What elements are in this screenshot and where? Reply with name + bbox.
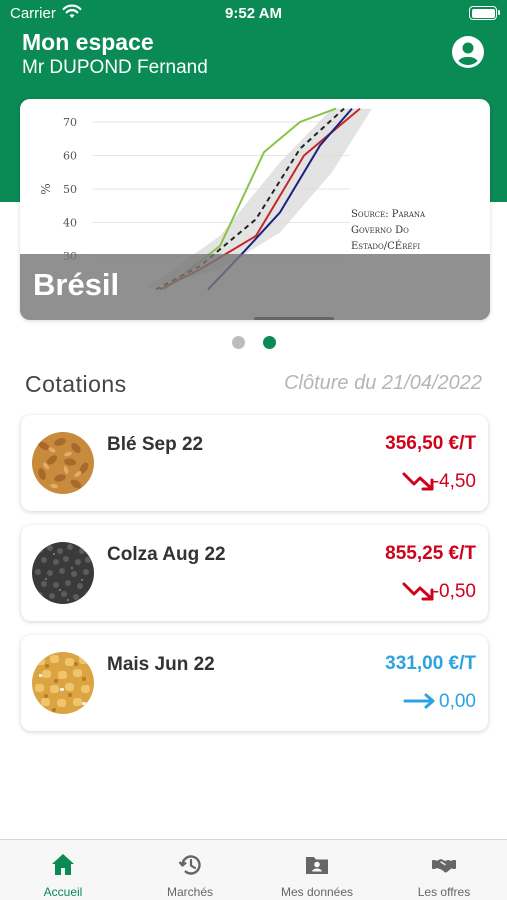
tab-label: Les offres bbox=[417, 885, 471, 899]
source-line: Estado/CÉréfi bbox=[351, 241, 421, 252]
handshake-icon bbox=[432, 859, 456, 873]
quote-price: 356,50 €/T bbox=[385, 433, 476, 454]
tab-accueil[interactable]: Accueil bbox=[0, 840, 126, 900]
battery-icon bbox=[469, 6, 500, 20]
quote-price: 331,00 €/T bbox=[385, 653, 476, 674]
quote-name: Mais Jun 22 bbox=[107, 654, 215, 675]
wheat-thumbnail bbox=[32, 432, 94, 494]
closing-date: Clôture du 21/04/2022 bbox=[284, 372, 482, 394]
status-bar: Carrier 9:52 AM bbox=[0, 0, 507, 26]
corn-thumbnail bbox=[32, 652, 94, 714]
quote-card-colza[interactable]: Colza Aug 22 855,25 €/T -0,50 bbox=[21, 525, 488, 621]
rapeseed-thumbnail bbox=[32, 542, 94, 604]
y-axis-label: % bbox=[39, 183, 53, 194]
home-icon bbox=[52, 854, 74, 875]
tab-mes-donnees[interactable]: Mes données bbox=[254, 840, 380, 900]
quote-card-ble[interactable]: Blé Sep 22 356,50 €/T -4,50 bbox=[21, 415, 488, 511]
chart-source: Source: Parana Governo Do Estado/CÉréfi bbox=[351, 207, 425, 255]
history-icon bbox=[178, 855, 201, 875]
quote-change: 0,00 bbox=[439, 691, 476, 712]
quote-name: Colza Aug 22 bbox=[107, 544, 226, 565]
account-circle-icon[interactable] bbox=[451, 35, 485, 69]
source-line: Source: Parana bbox=[351, 209, 426, 220]
quote-card-mais[interactable]: Mais Jun 22 331,00 €/T 0,00 bbox=[21, 635, 488, 731]
carousel-caption: Brésil bbox=[33, 267, 120, 302]
clock: 9:52 AM bbox=[225, 5, 282, 22]
section-title: Cotations bbox=[25, 371, 127, 397]
folder-account-icon bbox=[306, 857, 328, 874]
tab-les-offres[interactable]: Les offres bbox=[381, 840, 507, 900]
trending-flat-icon bbox=[403, 693, 435, 709]
user-name: Mr DUPOND Fernand bbox=[22, 57, 208, 78]
tab-marches[interactable]: Marchés bbox=[127, 840, 253, 900]
tab-label: Mes données bbox=[280, 885, 354, 899]
source-line: Governo Do bbox=[351, 225, 409, 236]
tab-label: Accueil bbox=[43, 885, 83, 899]
y-tick-label: 60 bbox=[63, 150, 77, 163]
tab-bar: Accueil Marchés Mes données Les offres bbox=[0, 839, 507, 900]
quote-price: 855,25 €/T bbox=[385, 543, 476, 564]
tab-label: Marchés bbox=[166, 885, 213, 899]
news-carousel[interactable]: 7060504030% Source: Parana Governo Do Es… bbox=[20, 99, 490, 320]
page-dot-2-active[interactable] bbox=[263, 336, 276, 349]
y-tick-label: 70 bbox=[63, 116, 77, 129]
y-tick-label: 40 bbox=[63, 217, 77, 230]
page-dot-1[interactable] bbox=[232, 336, 245, 349]
page-title: Mon espace bbox=[22, 29, 154, 55]
y-tick-label: 50 bbox=[63, 183, 77, 196]
quote-change: -4,50 bbox=[432, 471, 476, 492]
quote-change: -0,50 bbox=[432, 581, 476, 602]
scroll-handle bbox=[254, 317, 334, 320]
quote-name: Blé Sep 22 bbox=[107, 434, 204, 455]
